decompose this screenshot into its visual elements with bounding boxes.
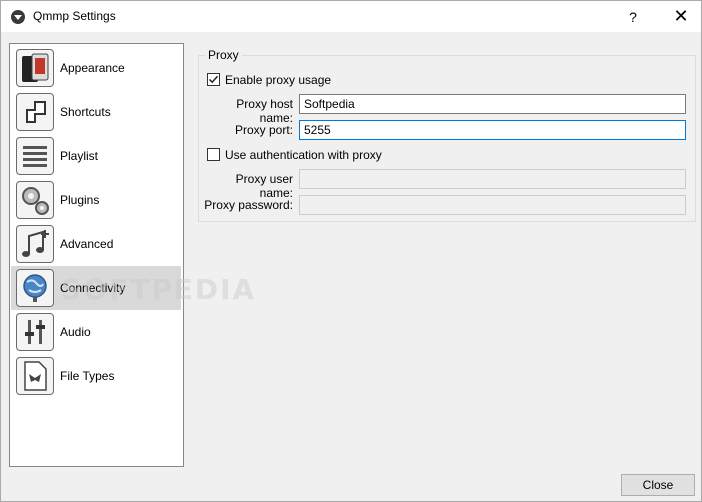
sidebar-item-label: Playlist — [60, 149, 99, 163]
proxy-port-field[interactable]: 5255 — [299, 120, 686, 140]
proxy-user-field[interactable] — [299, 169, 686, 189]
enable-proxy-checkbox[interactable] — [207, 73, 220, 86]
close-window-button[interactable]: ✕ — [661, 1, 701, 32]
close-button[interactable]: Close — [621, 474, 695, 496]
sidebar-item-appearance[interactable]: Appearance — [11, 46, 181, 90]
file-types-icon — [16, 357, 54, 395]
sidebar-item-plugins[interactable]: Plugins — [11, 178, 181, 222]
proxy-host-field[interactable]: Softpedia — [299, 94, 686, 114]
appearance-icon — [16, 49, 54, 87]
shortcuts-icon — [16, 93, 54, 131]
sidebar-item-label: Audio — [60, 325, 91, 339]
sidebar-item-label: Connectivity — [60, 281, 126, 295]
playlist-icon — [16, 137, 54, 175]
enable-proxy-label[interactable]: Enable proxy usage — [225, 73, 331, 87]
sidebar-item-label: Shortcuts — [60, 105, 111, 119]
use-authentication-label[interactable]: Use authentication with proxy — [225, 148, 382, 162]
advanced-icon — [16, 225, 54, 263]
sidebar-item-label: Appearance — [60, 61, 125, 75]
help-button[interactable]: ? — [615, 1, 651, 32]
sidebar-item-playlist[interactable]: Playlist — [11, 134, 181, 178]
sidebar-item-label: Plugins — [60, 193, 100, 207]
window-title: Qmmp Settings — [33, 9, 116, 23]
proxy-group-title: Proxy — [205, 48, 242, 62]
proxy-password-label: Proxy password: — [204, 198, 293, 212]
sidebar-item-advanced[interactable]: Advanced — [11, 222, 181, 266]
sidebar-item-audio[interactable]: Audio — [11, 310, 181, 354]
connectivity-icon — [16, 269, 54, 307]
checkmark-icon — [208, 75, 219, 84]
qmmp-logo-icon — [11, 10, 25, 24]
sidebar-item-connectivity[interactable]: Connectivity — [11, 266, 181, 310]
sidebar-item-shortcuts[interactable]: Shortcuts — [11, 90, 181, 134]
settings-window: Qmmp Settings ? ✕ Appearance Shortcuts P… — [0, 0, 702, 502]
audio-icon — [16, 313, 54, 351]
proxy-user-label: Proxy user name: — [235, 172, 293, 200]
sidebar-item-file-types[interactable]: File Types — [11, 354, 181, 398]
plugins-icon — [16, 181, 54, 219]
proxy-password-field[interactable] — [299, 195, 686, 215]
proxy-port-label: Proxy port: — [234, 123, 293, 137]
title-bar: Qmmp Settings ? ✕ — [1, 1, 701, 32]
settings-sidebar: Appearance Shortcuts Playlist Plugins Ad… — [9, 43, 184, 467]
use-authentication-checkbox[interactable] — [207, 148, 220, 161]
sidebar-item-label: Advanced — [60, 237, 114, 251]
sidebar-item-label: File Types — [60, 369, 115, 383]
proxy-host-label: Proxy host name: — [236, 97, 293, 125]
